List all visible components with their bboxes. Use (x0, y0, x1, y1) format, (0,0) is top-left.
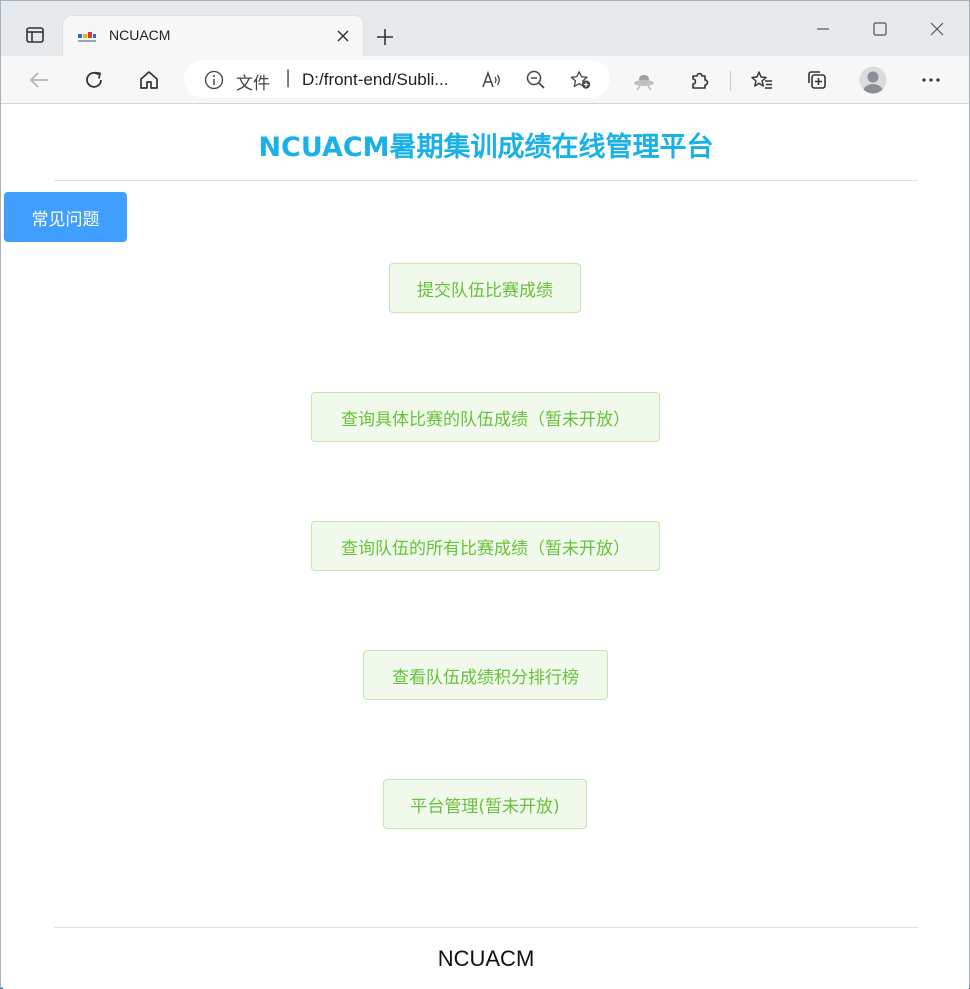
refresh-icon (86, 71, 102, 88)
back-arrow-icon (29, 72, 48, 88)
settings-menu-button[interactable] (915, 65, 947, 95)
close-icon (337, 30, 349, 42)
tab-ncuacm[interactable]: NCUACM (63, 16, 363, 56)
extensions-button[interactable] (684, 65, 716, 95)
window-close-button[interactable] (923, 15, 951, 43)
add-favorite-icon (570, 71, 591, 89)
address-scheme-label: 文件 (236, 74, 270, 94)
ncuacm-favicon (78, 32, 96, 42)
browser-window: NCUACM 文件 | D:/front-end/Subli... NCUACM… (0, 0, 970, 989)
tab-title: NCUACM (109, 27, 171, 43)
home-icon (140, 71, 158, 89)
tab-close-button[interactable] (333, 26, 353, 46)
back-button[interactable] (23, 65, 55, 95)
collections-button[interactable] (801, 65, 833, 95)
favorites-icon (751, 71, 772, 89)
zoom-button[interactable] (525, 69, 547, 91)
footer-divider (54, 927, 918, 928)
maximize-icon (873, 22, 887, 36)
browser-toolbar: 文件 | D:/front-end/Subli... (1, 56, 969, 104)
profile-button[interactable] (857, 65, 889, 95)
minimize-icon (817, 28, 829, 30)
favorites-button[interactable] (746, 65, 778, 95)
extension-button[interactable] (628, 65, 660, 95)
footer-text: NCUACM (437, 946, 535, 971)
header-divider (54, 180, 918, 181)
query-contest-team-scores-button[interactable]: 查询具体比赛的队伍成绩（暂未开放） (311, 392, 660, 442)
page-content: NCUACM暑期集训成绩在线管理平台 常见问题 提交队伍比赛成绩 查询具体比赛的… (3, 105, 969, 989)
toolbar-divider (730, 71, 731, 91)
submit-team-score-button[interactable]: 提交队伍比赛成绩 (389, 263, 581, 313)
info-icon[interactable] (204, 70, 224, 90)
refresh-button[interactable] (78, 65, 110, 95)
zoom-out-icon (526, 70, 545, 89)
address-url[interactable]: D:/front-end/Subli... (302, 70, 448, 90)
address-bar[interactable]: 文件 | D:/front-end/Subli... (184, 60, 610, 98)
read-aloud-button[interactable] (480, 69, 502, 91)
maximize-button[interactable] (866, 15, 894, 43)
platform-admin-button[interactable]: 平台管理(暂未开放) (383, 779, 587, 829)
collections-icon (808, 71, 826, 89)
faq-button[interactable]: 常见问题 (4, 192, 127, 242)
plus-icon (377, 29, 393, 45)
read-aloud-icon (482, 70, 500, 88)
more-icon (922, 78, 940, 82)
profile-avatar (859, 66, 887, 94)
tab-actions-icon (26, 27, 44, 43)
query-team-all-scores-button[interactable]: 查询队伍的所有比赛成绩（暂未开放） (311, 521, 660, 571)
tab-actions-button[interactable] (15, 18, 55, 52)
new-tab-button[interactable] (371, 23, 399, 51)
add-favorite-button[interactable] (570, 69, 592, 91)
page-title: NCUACM暑期集训成绩在线管理平台 (258, 132, 714, 163)
tab-strip: NCUACM (1, 1, 969, 56)
window-close-icon (930, 22, 944, 36)
extension-icon (634, 75, 654, 91)
team-ranking-button[interactable]: 查看队伍成绩积分排行榜 (363, 650, 608, 700)
home-button[interactable] (133, 65, 165, 95)
minimize-button[interactable] (809, 15, 837, 43)
puzzle-icon (692, 72, 709, 89)
address-separator: | (285, 67, 292, 88)
